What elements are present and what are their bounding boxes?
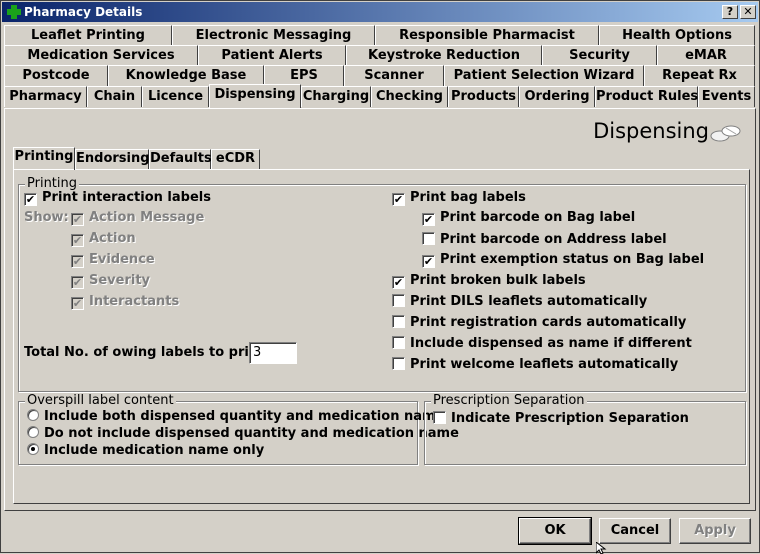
- subtab-printing[interactable]: Printing: [13, 147, 75, 170]
- print-exemption-status-checkbox[interactable]: ✔ Print exemption status on Bag label: [422, 251, 704, 269]
- print-broken-bulk-labels-checkbox[interactable]: ✔ Print broken bulk labels: [392, 272, 586, 290]
- overspill-none-radio[interactable]: Do not include dispensed quantity and me…: [27, 425, 459, 443]
- show-evidence-checkbox[interactable]: ✔ Evidence: [71, 251, 155, 269]
- tab-leaflet-printing[interactable]: Leaflet Printing: [4, 25, 172, 46]
- dispensing-panel: Dispensing Printing Endorsing Defaults e…: [4, 108, 756, 511]
- pills-icon: [710, 125, 741, 142]
- tab-medication-services[interactable]: Medication Services: [4, 45, 198, 66]
- tab-charging[interactable]: Charging: [301, 86, 371, 107]
- show-action-message-checkbox[interactable]: ✔ Action Message: [71, 209, 204, 227]
- overspill-both-radio[interactable]: Include both dispensed quantity and medi…: [27, 408, 444, 426]
- cancel-button[interactable]: Cancel: [599, 518, 671, 544]
- print-welcome-leaflets-checkbox[interactable]: Print welcome leaflets automatically: [392, 356, 678, 374]
- tab-health-options[interactable]: Health Options: [599, 25, 755, 46]
- show-action-checkbox[interactable]: ✔ Action: [71, 230, 136, 248]
- tab-emar[interactable]: eMAR: [657, 45, 755, 66]
- pharmacy-details-window: Pharmacy Details ? ✕ Leaflet Printing El…: [0, 0, 760, 554]
- owing-labels-input[interactable]: 3: [249, 342, 297, 364]
- include-dispensed-as-name-checkbox[interactable]: Include dispensed as name if different: [392, 335, 692, 353]
- tab-repeat-rx[interactable]: Repeat Rx: [644, 65, 755, 86]
- print-interaction-labels-checkbox[interactable]: ✔ Print interaction labels: [24, 189, 211, 207]
- indicate-prescription-separation-checkbox[interactable]: Indicate Prescription Separation: [433, 410, 689, 428]
- printing-group: Printing ✔ Print interaction labels Show:…: [18, 176, 746, 392]
- tab-electronic-messaging[interactable]: Electronic Messaging: [172, 25, 375, 46]
- apply-button[interactable]: Apply: [679, 518, 751, 544]
- overspill-group-label: Overspill label content: [25, 393, 176, 408]
- show-interactants-checkbox[interactable]: ✔ Interactants: [71, 293, 179, 311]
- tab-responsible-pharmacist[interactable]: Responsible Pharmacist: [375, 25, 599, 46]
- prescription-separation-group-label: Prescription Separation: [431, 393, 587, 408]
- tab-product-rules[interactable]: Product Rules: [595, 86, 698, 107]
- tab-postcode[interactable]: Postcode: [4, 65, 108, 86]
- tab-patient-selection-wizard[interactable]: Patient Selection Wizard: [444, 65, 644, 86]
- tab-knowledge-base[interactable]: Knowledge Base: [108, 65, 264, 86]
- print-bag-labels-checkbox[interactable]: ✔ Print bag labels: [392, 189, 526, 207]
- print-barcode-bag-label-checkbox[interactable]: ✔ Print barcode on Bag label: [422, 209, 635, 227]
- prescription-separation-group: Prescription Separation Indicate Prescri…: [424, 393, 746, 465]
- checkbox-box[interactable]: ✔: [24, 193, 37, 206]
- print-registration-cards-checkbox[interactable]: Print registration cards automatically: [392, 314, 686, 332]
- tab-dispensing[interactable]: Dispensing: [209, 84, 301, 108]
- tab-patient-alerts[interactable]: Patient Alerts: [198, 45, 346, 66]
- green-cross-icon: [7, 5, 21, 19]
- ok-button[interactable]: OK: [518, 517, 592, 545]
- print-dils-leaflets-checkbox[interactable]: Print DILS leaflets automatically: [392, 293, 647, 311]
- show-severity-checkbox[interactable]: ✔ Severity: [71, 272, 150, 290]
- subtab-defaults[interactable]: Defaults: [149, 149, 212, 169]
- tab-licence[interactable]: Licence: [142, 86, 209, 107]
- print-barcode-address-label-checkbox[interactable]: Print barcode on Address label: [422, 231, 667, 249]
- title-bar: Pharmacy Details ? ✕: [2, 2, 758, 22]
- show-label: Show:: [24, 210, 69, 225]
- printing-subpanel: Printing ✔ Print interaction labels Show:…: [13, 169, 750, 504]
- close-button[interactable]: ✕: [740, 5, 756, 19]
- tab-keystroke-reduction[interactable]: Keystroke Reduction: [346, 45, 542, 66]
- panel-title: Dispensing: [593, 119, 709, 143]
- owing-labels-label: Total No. of owing labels to print:: [24, 345, 270, 360]
- overspill-group: Overspill label content Include both dis…: [18, 393, 459, 465]
- tab-pharmacy[interactable]: Pharmacy: [4, 86, 87, 107]
- tab-eps[interactable]: EPS: [264, 65, 344, 86]
- tab-events[interactable]: Events: [698, 86, 755, 107]
- tab-ordering[interactable]: Ordering: [519, 86, 595, 107]
- tab-products[interactable]: Products: [448, 86, 519, 107]
- tab-scanner[interactable]: Scanner: [344, 65, 444, 86]
- overspill-name-only-radio[interactable]: Include medication name only: [27, 442, 264, 460]
- help-button[interactable]: ?: [722, 5, 738, 19]
- subtab-endorsing[interactable]: Endorsing: [75, 149, 150, 169]
- tab-security[interactable]: Security: [542, 45, 657, 66]
- tab-checking[interactable]: Checking: [371, 86, 448, 107]
- mouse-pointer-icon: [596, 542, 607, 554]
- subtab-ecdr[interactable]: eCDR: [211, 149, 260, 169]
- window-title: Pharmacy Details: [24, 5, 143, 19]
- tab-chain[interactable]: Chain: [87, 86, 142, 107]
